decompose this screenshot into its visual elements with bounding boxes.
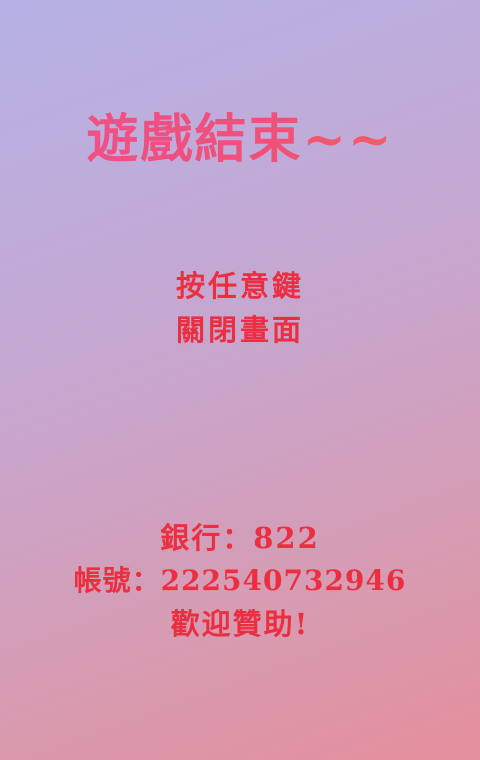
close-prompt-line-2: 關閉畫面 xyxy=(175,313,304,347)
donation-thanks-text: 歡迎贊助! xyxy=(170,607,310,641)
game-over-title: 遊戲結束~~ xyxy=(0,108,480,172)
close-prompt-line-1: 按任意鍵 xyxy=(175,269,304,303)
game-over-screen[interactable]: 遊戲結束~~ 按任意鍵 關閉畫面 銀行：822 帳號：222540732946 … xyxy=(0,0,480,760)
bank-code-text: 銀行：822 xyxy=(160,521,320,555)
account-number-text: 帳號：222540732946 xyxy=(73,564,407,597)
